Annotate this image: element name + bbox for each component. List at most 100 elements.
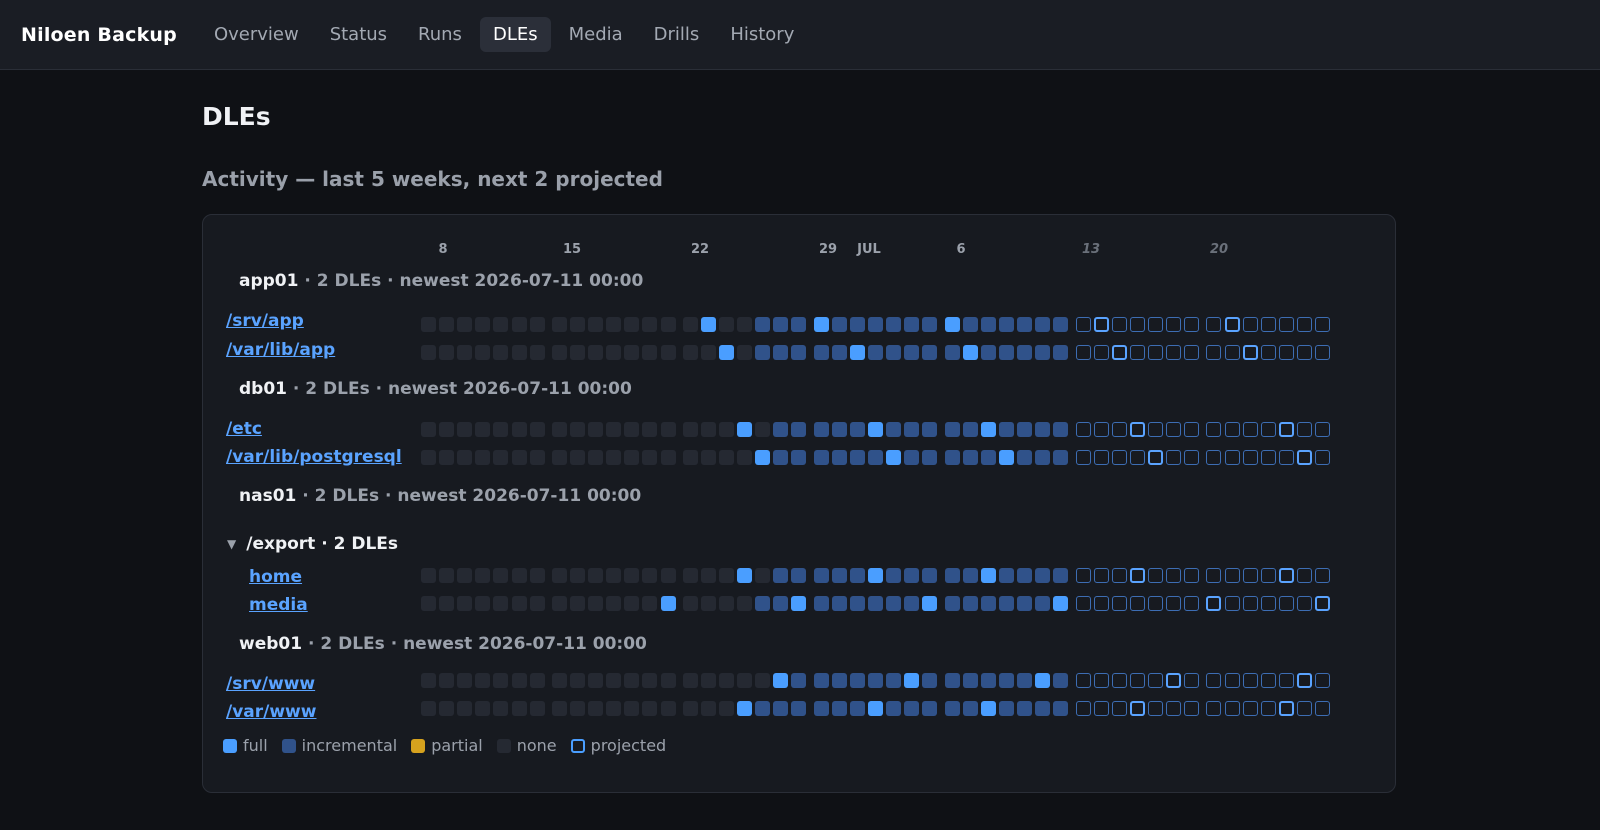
activity-cell-none[interactable] [439,596,455,611]
activity-cell-projected[interactable] [1315,422,1330,437]
activity-cell-incremental[interactable] [868,673,883,688]
dle-link[interactable]: /srv/app [226,311,304,331]
activity-cell-none[interactable] [737,345,753,360]
activity-cell-incremental[interactable] [998,317,1014,332]
activity-cell-incremental[interactable] [904,450,920,465]
activity-cell-incremental[interactable] [904,701,920,716]
activity-cell-none[interactable] [439,317,455,332]
activity-cell-incremental[interactable] [773,450,789,465]
activity-cell-full[interactable] [1053,596,1069,611]
activity-cell-none[interactable] [529,701,545,716]
activity-cell-none[interactable] [551,345,567,360]
activity-cell-none[interactable] [421,568,436,583]
activity-cell-none[interactable] [439,450,455,465]
activity-cell-projected[interactable] [1129,422,1145,437]
activity-cell-projected[interactable] [1075,596,1091,611]
activity-cell-none[interactable] [439,673,455,688]
activity-cell-projected[interactable] [1111,422,1127,437]
activity-cell-none[interactable] [700,422,716,437]
activity-cell-none[interactable] [606,673,622,688]
activity-cell-full[interactable] [1035,673,1051,688]
activity-cell-incremental[interactable] [1053,450,1069,465]
activity-cell-none[interactable] [588,422,604,437]
activity-cell-none[interactable] [551,701,567,716]
activity-cell-none[interactable] [682,422,698,437]
activity-cell-full[interactable] [813,317,829,332]
activity-cell-projected[interactable] [1260,317,1276,332]
dle-link[interactable]: home [249,567,302,587]
activity-cell-incremental[interactable] [1017,568,1032,583]
activity-cell-projected[interactable] [1184,568,1200,583]
activity-cell-full[interactable] [944,317,960,332]
activity-cell-none[interactable] [529,450,545,465]
activity-cell-projected[interactable] [1129,701,1145,716]
activity-cell-projected[interactable] [1093,450,1109,465]
activity-cell-incremental[interactable] [755,596,771,611]
activity-cell-incremental[interactable] [998,596,1014,611]
activity-cell-full[interactable] [980,422,996,437]
activity-cell-none[interactable] [570,568,585,583]
nav-runs[interactable]: Runs [405,17,475,52]
activity-cell-projected[interactable] [1260,450,1276,465]
activity-cell-none[interactable] [682,568,698,583]
activity-cell-none[interactable] [493,317,509,332]
activity-cell-incremental[interactable] [849,568,865,583]
dle-link[interactable]: /var/www [226,702,316,722]
activity-cell-projected[interactable] [1242,673,1258,688]
activity-cell-projected[interactable] [1166,450,1181,465]
activity-cell-projected[interactable] [1111,345,1127,360]
activity-cell-none[interactable] [475,701,491,716]
activity-cell-projected[interactable] [1296,568,1312,583]
activity-cell-projected[interactable] [1093,596,1109,611]
activity-cell-none[interactable] [551,596,567,611]
activity-cell-none[interactable] [421,422,436,437]
activity-cell-none[interactable] [551,317,567,332]
activity-cell-projected[interactable] [1147,701,1163,716]
activity-cell-projected[interactable] [1260,345,1276,360]
activity-cell-incremental[interactable] [904,568,920,583]
activity-cell-projected[interactable] [1147,345,1163,360]
activity-cell-projected[interactable] [1224,701,1240,716]
activity-cell-incremental[interactable] [998,345,1014,360]
activity-cell-none[interactable] [493,345,509,360]
activity-cell-none[interactable] [642,345,658,360]
activity-cell-incremental[interactable] [791,317,807,332]
activity-cell-incremental[interactable] [962,450,978,465]
nav-dles[interactable]: DLEs [479,17,551,52]
activity-cell-none[interactable] [719,673,734,688]
activity-cell-projected[interactable] [1315,673,1330,688]
activity-cell-none[interactable] [660,422,676,437]
activity-cell-projected[interactable] [1206,568,1222,583]
activity-cell-none[interactable] [737,673,753,688]
activity-cell-projected[interactable] [1224,450,1240,465]
activity-cell-none[interactable] [570,596,585,611]
activity-cell-full[interactable] [886,450,902,465]
activity-cell-incremental[interactable] [1035,568,1051,583]
activity-cell-none[interactable] [660,673,676,688]
activity-cell-none[interactable] [421,317,436,332]
activity-cell-none[interactable] [457,317,473,332]
activity-cell-none[interactable] [682,345,698,360]
activity-cell-none[interactable] [624,673,640,688]
activity-cell-full[interactable] [868,422,883,437]
activity-cell-projected[interactable] [1242,701,1258,716]
activity-cell-none[interactable] [624,422,640,437]
activity-cell-none[interactable] [606,568,622,583]
activity-cell-none[interactable] [682,317,698,332]
dle-link[interactable]: /etc [226,419,262,439]
activity-cell-none[interactable] [570,317,585,332]
activity-cell-full[interactable] [700,317,716,332]
activity-cell-none[interactable] [588,450,604,465]
nav-drills[interactable]: Drills [641,17,713,52]
activity-cell-none[interactable] [660,701,676,716]
activity-cell-incremental[interactable] [944,596,960,611]
activity-cell-incremental[interactable] [868,317,883,332]
activity-cell-none[interactable] [755,568,771,583]
activity-cell-none[interactable] [529,673,545,688]
activity-cell-none[interactable] [624,568,640,583]
activity-cell-none[interactable] [606,422,622,437]
activity-cell-incremental[interactable] [904,317,920,332]
activity-cell-full[interactable] [737,701,753,716]
activity-cell-none[interactable] [642,450,658,465]
activity-cell-none[interactable] [475,422,491,437]
